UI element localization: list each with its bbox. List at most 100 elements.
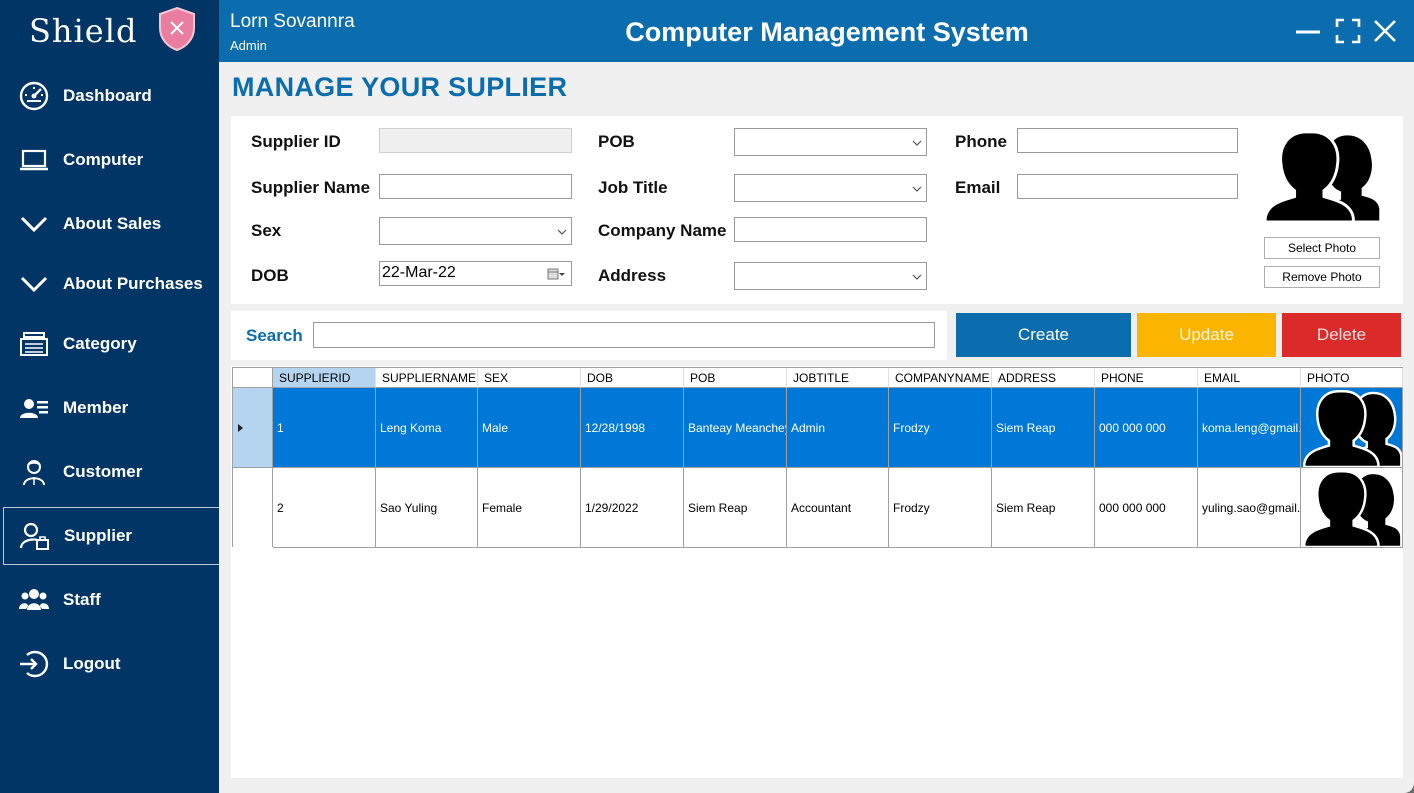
dob-datepicker[interactable]: 22-Mar-22 [379,261,572,286]
dob-value: 22-Mar-22 [382,264,456,281]
app-title: Computer Management System [625,17,1029,47]
cell-sex[interactable]: Male [478,388,581,468]
photo-thumbnail-icon [1302,468,1402,547]
sidebar-item-about-purchases[interactable]: About Purchases [0,255,219,313]
address-label: Address [598,266,667,285]
sidebar-item-logout[interactable]: Logout [0,635,219,693]
sidebar-item-label: Member [63,398,129,417]
column-header-phone[interactable]: PHONE [1095,368,1198,388]
column-header-suppliername[interactable]: SUPPLIERNAME [376,368,478,388]
cell-jobtitle[interactable]: Accountant [787,468,889,548]
customer-icon [18,456,50,488]
cell-pob[interactable]: Banteay Meanchey [684,388,787,468]
sidebar-item-customer[interactable]: Customer [0,443,219,501]
chevron-down-icon [18,208,50,240]
sidebar-item-staff[interactable]: Staff [0,571,219,629]
sidebar-item-supplier[interactable]: Supplier [3,507,219,565]
search-input[interactable] [313,322,935,348]
brand-name: Shield [29,12,138,50]
sidebar-item-computer[interactable]: Computer [0,131,219,189]
search-panel: Search [231,311,947,360]
photo-placeholder-icon [1263,128,1381,222]
category-icon [18,328,50,360]
cell-jobtitle[interactable]: Admin [787,388,889,468]
sex-select[interactable] [379,217,572,245]
phone-label: Phone [955,132,1007,151]
cell-address[interactable]: Siem Reap [992,388,1095,468]
cell-phone[interactable]: 000 000 000 [1095,468,1198,548]
cell-dob[interactable]: 12/28/1998 [581,388,684,468]
sidebar-item-label: About Sales [63,214,162,233]
cell-phone[interactable]: 000 000 000 [1095,388,1198,468]
brand: Shield [0,0,219,62]
supplier-grid[interactable]: SUPPLIERID SUPPLIERNAME SEX DOB POB JOBTITLE C… [232,367,1403,548]
column-header-email[interactable]: EMAIL [1198,368,1301,388]
laptop-icon [18,144,50,176]
address-select[interactable] [734,262,927,290]
calendar-icon[interactable] [547,267,565,281]
cell-sex[interactable]: Female [478,468,581,548]
shield-logo-icon [159,6,195,52]
cell-companyname[interactable]: Frodzy [889,468,992,548]
cell-suppliername[interactable]: Leng Koma [376,388,478,468]
cell-companyname[interactable]: Frodzy [889,388,992,468]
sidebar-item-label: Logout [63,654,121,673]
column-header-address[interactable]: ADDRESS [992,368,1095,388]
sidebar-item-category[interactable]: Category [0,315,219,373]
chevron-down-icon [911,272,923,282]
sidebar-item-about-sales[interactable]: About Sales [0,195,219,253]
column-header-jobtitle[interactable]: JOBTITLE [787,368,889,388]
cell-supplierid[interactable]: 2 [273,468,376,548]
cell-photo[interactable] [1301,468,1403,548]
email-field[interactable] [1017,174,1238,199]
column-header-supplierid[interactable]: SUPPLIERID [273,368,376,388]
row-header-selected[interactable] [233,388,273,468]
cell-dob[interactable]: 1/29/2022 [581,468,684,548]
cell-pob[interactable]: Siem Reap [684,468,787,548]
company-name-field[interactable] [734,217,927,242]
grid-corner [233,368,273,388]
column-header-companyname[interactable]: COMPANYNAME [889,368,992,388]
phone-field[interactable] [1017,128,1238,153]
column-header-dob[interactable]: DOB [581,368,684,388]
supplier-name-field[interactable] [379,174,572,199]
email-label: Email [955,178,1001,197]
row-header[interactable] [233,468,273,547]
sidebar-item-dashboard[interactable]: Dashboard [0,67,219,125]
supplier-id-field[interactable] [379,128,572,153]
column-header-pob[interactable]: POB [684,368,787,388]
job-title-select[interactable] [734,174,927,202]
search-label: Search [246,326,303,345]
close-icon[interactable] [1370,16,1400,46]
sex-label: Sex [251,221,282,240]
cell-suppliername[interactable]: Sao Yuling [376,468,478,548]
create-button[interactable]: Create [956,313,1131,357]
pob-label: POB [598,132,635,151]
supplier-icon [19,520,51,552]
minimize-icon[interactable] [1293,16,1323,46]
update-button[interactable]: Update [1137,313,1276,357]
select-photo-button[interactable]: Select Photo [1264,237,1380,259]
column-header-sex[interactable]: SEX [478,368,581,388]
top-bar: Lorn Sovannra Admin Computer Management … [219,0,1414,62]
maximize-icon[interactable] [1333,16,1363,46]
app-window: Shield Dashboard Computer About Sales Ab… [0,0,1414,793]
column-header-photo[interactable]: PHOTO [1301,368,1403,388]
cell-address[interactable]: Siem Reap [992,468,1095,548]
remove-photo-button[interactable]: Remove Photo [1264,266,1380,288]
sidebar-item-member[interactable]: Member [0,379,219,437]
logout-icon [18,648,50,680]
sidebar-item-label: Staff [63,590,101,609]
photo-thumbnail-icon [1302,388,1402,467]
cell-email[interactable]: koma.leng@gmail.... [1198,388,1301,468]
cell-email[interactable]: yuling.sao@gmail.... [1198,468,1301,548]
supplier-grid-panel: SUPPLIERID SUPPLIERNAME SEX DOB POB JOBTITLE C… [231,366,1403,778]
delete-button[interactable]: Delete [1282,313,1401,357]
sidebar-item-label: About Purchases [63,274,203,293]
sidebar-item-label: Supplier [64,526,133,545]
cell-supplierid[interactable]: 1 [273,388,376,468]
chevron-down-icon [18,268,50,300]
cell-photo[interactable] [1301,388,1403,468]
job-title-label: Job Title [598,178,668,197]
pob-select[interactable] [734,128,927,156]
